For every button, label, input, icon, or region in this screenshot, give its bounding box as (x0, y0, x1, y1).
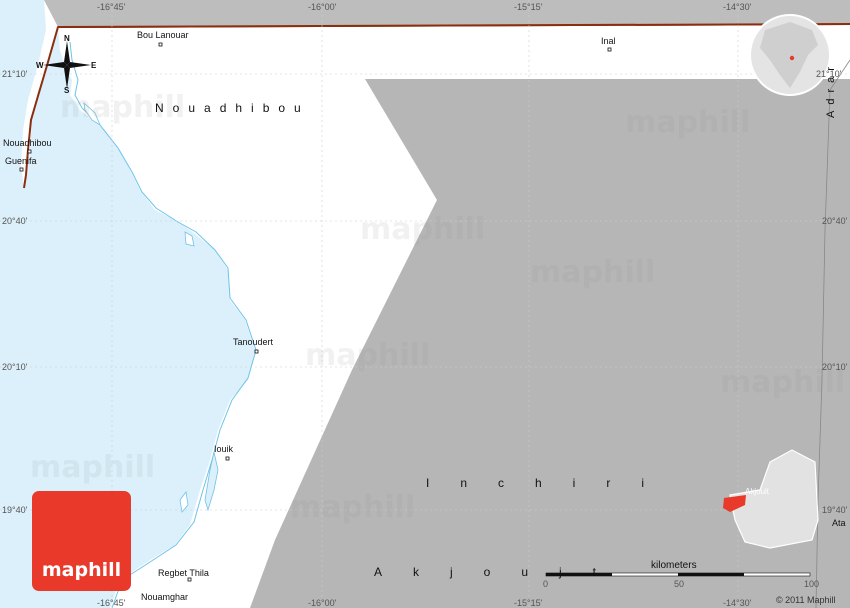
city-label-guenifa: Guenifa (5, 156, 37, 166)
globe-marker (789, 55, 795, 61)
scale-tick: 0 (543, 579, 549, 589)
logo-text: maphill (41, 559, 122, 581)
watermark: maphill (290, 490, 416, 525)
top-longitude: -15°15' (514, 2, 543, 12)
city-label-nouamghar: Nouamghar (141, 592, 189, 602)
watermark: maphill (530, 255, 656, 290)
left-latitude: 19°40' (2, 505, 28, 515)
scale-tick: 50 (674, 579, 685, 589)
right-latitude: 19°40' (822, 505, 848, 515)
left-latitude: 20°10' (2, 362, 28, 372)
compass-west: W (36, 61, 44, 70)
bottom-longitude: -14°30' (723, 598, 752, 608)
region-label-inchiri: Inchiri (426, 476, 676, 490)
top-longitude: -16°45' (97, 2, 126, 12)
city-label-akjouit: Akjouit (745, 487, 770, 496)
scale-tick: 100 (804, 579, 820, 589)
city-label-inal: Inal (601, 36, 616, 46)
region-label-akjoujt: Akjoujt (374, 565, 628, 579)
watermark: maphill (305, 338, 431, 373)
right-latitude: 20°40' (822, 216, 848, 226)
top-longitude: -16°00' (308, 2, 337, 12)
left-latitude: 20°40' (2, 216, 28, 226)
watermark: maphill (625, 105, 751, 140)
left-latitude: 21°10' (2, 69, 28, 79)
bottom-longitude: -15°15' (514, 598, 543, 608)
map-canvas[interactable]: maphill maphill maphill maphill maphill … (0, 0, 850, 608)
copyright: © 2011 Maphill (776, 595, 836, 605)
city-label-regbet-thila: Regbet Thila (158, 568, 209, 578)
compass-north: N (64, 34, 70, 43)
city-label-bou-lanouar: Bou Lanouar (137, 30, 189, 40)
bottom-longitude: -16°45' (97, 598, 126, 608)
region-label-adrar: Adrar (825, 61, 837, 118)
watermark: maphill (360, 212, 486, 247)
city-label-iouik: Iouik (214, 444, 234, 454)
compass-east: E (91, 61, 97, 70)
bottom-longitude: -16°00' (308, 598, 337, 608)
top-longitude: -14°30' (723, 2, 752, 12)
city-label-ata: Ata (832, 518, 846, 528)
city-label-nouadhibou: Nouadhibou (3, 138, 52, 148)
region-label-nouadhibou: Nouadhibou (155, 101, 310, 115)
compass-south: S (64, 86, 70, 95)
city-label-tanoudert: Tanoudert (233, 337, 274, 347)
watermark: maphill (30, 450, 156, 485)
maphill-logo[interactable]: maphill (32, 491, 131, 591)
scale-label: kilometers (651, 560, 697, 571)
right-latitude: 20°10' (822, 362, 848, 372)
